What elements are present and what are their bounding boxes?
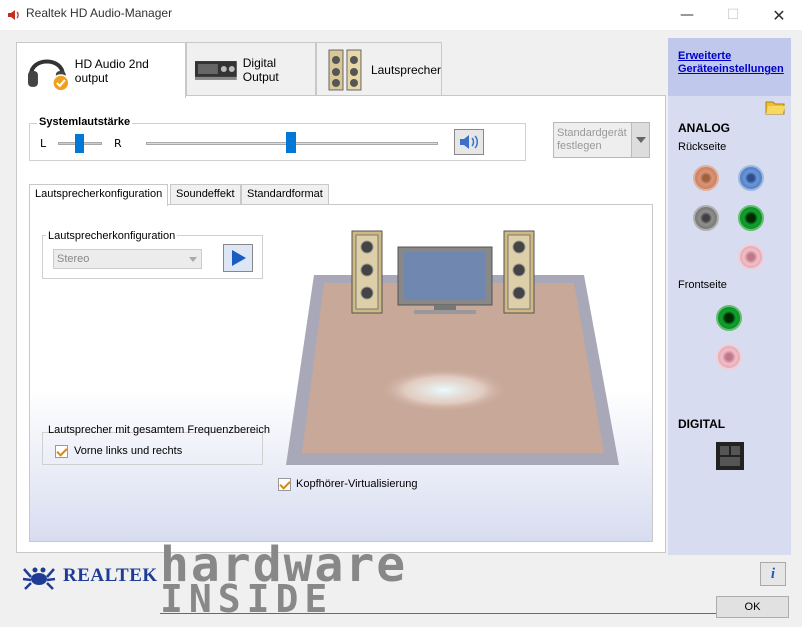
ok-button[interactable]: OK — [716, 596, 789, 618]
tab-standardformat[interactable]: Standardformat — [241, 184, 329, 205]
play-test-button[interactable] — [223, 244, 253, 272]
volume-title: Systemlautstärke — [37, 116, 133, 128]
jack-rear-pink[interactable] — [738, 244, 764, 270]
headphone-virtualization-checkbox[interactable] — [278, 478, 291, 491]
default-device-dropdown[interactable]: Standardgerät festlegen — [553, 122, 650, 158]
play-icon — [232, 250, 246, 266]
tab-soundeffekt[interactable]: Soundeffekt — [170, 184, 241, 205]
window-title: Realtek HD Audio-Manager — [26, 6, 173, 20]
fullrange-checkbox[interactable] — [55, 445, 68, 458]
volume-group: L R — [29, 123, 526, 161]
tab-speaker-config[interactable]: Lautsprecherkonfiguration — [29, 184, 169, 206]
info-icon: i — [770, 565, 776, 582]
advanced-settings-link[interactable]: Erweiterte Geräteeinstellungen — [678, 50, 786, 76]
tab-digital-output[interactable]: Digital Output — [186, 42, 316, 96]
speaker-config-value: Stereo — [57, 253, 90, 265]
folder-icon[interactable] — [764, 96, 786, 116]
tab-label: Digital Output — [242, 55, 279, 84]
close-icon: ✕ — [772, 5, 786, 25]
sidebar-header: Erweiterte Geräteeinstellungen — [668, 38, 791, 96]
minimize-icon: — — [680, 7, 694, 23]
jack-rear-gray[interactable] — [693, 205, 719, 231]
main-area: HD Audio 2nd output Digital Output Lauts… — [0, 30, 802, 627]
fullrange-title: Lautsprecher mit gesamtem Frequenzbereic… — [48, 424, 270, 436]
tab-label: Lautsprecher — [370, 62, 441, 77]
info-button[interactable]: i — [760, 562, 786, 586]
headphones-icon — [27, 59, 70, 92]
watermark-bottom: inside — [160, 577, 334, 621]
close-button[interactable]: ✕ — [756, 0, 802, 30]
connector-sidebar: Erweiterte Geräteeinstellungen ANALOG Rü… — [668, 38, 791, 555]
maximize-button[interactable]: ☐ — [710, 0, 756, 30]
speaker-room-visualization — [286, 230, 619, 465]
right-speaker[interactable] — [503, 230, 535, 314]
rear-heading: Rückseite — [678, 141, 727, 153]
speaker-volume-icon — [460, 135, 478, 149]
maximize-icon: ☐ — [726, 7, 740, 23]
jack-rear-orange[interactable] — [693, 165, 719, 191]
digital-output-icon — [194, 60, 237, 80]
speakers-icon — [328, 49, 362, 90]
balance-slider[interactable] — [75, 134, 84, 153]
jack-front-green[interactable] — [716, 305, 742, 331]
tab-lautsprecher[interactable]: Lautsprecher — [316, 42, 442, 96]
fullrange-option-label: Vorne links und rechts — [74, 445, 183, 457]
title-bar: Realtek HD Audio-Manager — ☐ ✕ — [0, 0, 802, 30]
tab-label: HD Audio 2nd output — [74, 56, 149, 85]
volume-slider[interactable] — [286, 132, 296, 153]
realtek-brand: REALTEK — [63, 565, 158, 586]
balance-left-label: L — [40, 137, 47, 150]
chevron-down-icon — [189, 257, 197, 262]
balance-right-label: R — [114, 137, 122, 150]
config-group-title: Lautsprecherkonfiguration — [46, 230, 178, 242]
jack-rear-blue[interactable] — [738, 165, 764, 191]
speaker-config-panel: Lautsprecherkonfiguration Stereo Lautspr… — [29, 204, 653, 542]
left-speaker[interactable] — [351, 230, 383, 314]
chevron-down-icon — [631, 123, 649, 157]
speaker-icon — [8, 10, 19, 20]
digital-heading: DIGITAL — [678, 417, 726, 431]
mute-button[interactable] — [454, 129, 484, 155]
jack-front-pink[interactable] — [716, 344, 742, 370]
default-device-label: Standardgerät festlegen — [557, 127, 627, 152]
jack-rear-green[interactable] — [738, 205, 764, 231]
front-heading: Frontseite — [678, 279, 727, 291]
realtek-crab-logo — [22, 567, 56, 590]
speaker-config-select[interactable]: Stereo — [53, 249, 202, 269]
digital-port-icon[interactable] — [716, 442, 744, 470]
minimize-button[interactable]: — — [664, 0, 710, 30]
headphone-virtualization-label: Kopfhörer-Virtualisierung — [296, 478, 418, 490]
tab-hd-audio[interactable]: HD Audio 2nd output — [16, 42, 186, 98]
analog-heading: ANALOG — [678, 121, 730, 135]
monitor-display — [397, 246, 493, 314]
tab-panel: L R Systemlautstärke Standardgerät festl… — [16, 95, 666, 553]
